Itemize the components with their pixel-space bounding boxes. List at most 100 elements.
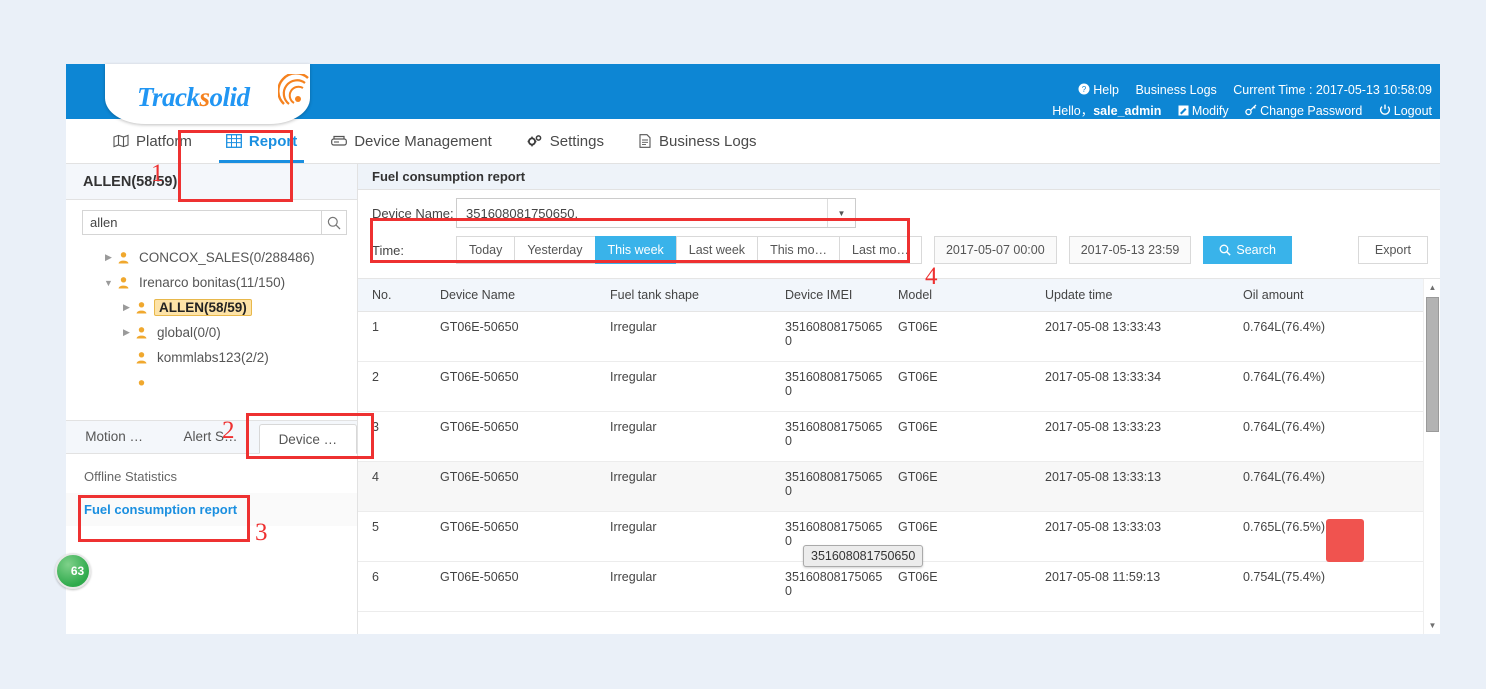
nav-item-report[interactable]: Report [209,119,314,163]
table-row[interactable]: 4 GT06E-50650 Irregular 351608081750650 … [358,461,1423,512]
nav-item-settings[interactable]: Settings [509,119,621,163]
nav-item-platform[interactable]: Platform [96,119,209,163]
username-label: sale_admin [1093,104,1162,118]
main-navigation: Platform Report Device Management Settin… [66,119,1440,164]
tree-node-partial[interactable]: ▶ [66,370,357,395]
time-btn-this-week[interactable]: This week [594,236,676,264]
cell-shape: Irregular [596,411,771,462]
hello-label: Hello， [1052,104,1094,118]
table-row[interactable]: 2 GT06E-50650 Irregular 351608081750650 … [358,361,1423,412]
table-row[interactable]: 6 GT06E-50650 Irregular 351608081750650 … [358,561,1423,612]
time-row: Time: Today Yesterday This week Last wee… [372,236,1428,264]
cell-imei: 351608081750650 [771,311,884,362]
cell-model: GT06E [884,311,1031,362]
cell-shape: Irregular [596,311,771,362]
col-update-time: Update time [1031,279,1229,312]
cell-update-time: 2017-05-08 11:59:13 [1031,561,1229,612]
sidebar-tabs: Motion … Alert S… Device … [66,419,357,454]
help-icon: ? [1078,83,1090,95]
app-header: Tracksolid ? Help Business Logs Current T… [66,64,1440,124]
tree-node[interactable]: ▶ global(0/0) [66,320,357,345]
change-password-label: Change Password [1260,104,1363,118]
online-count-badge[interactable]: 63 [55,553,91,589]
nav-label: Device Management [354,132,492,150]
cell-device-name: GT06E-50650 [426,361,596,412]
tree-node-label: kommlabs123(2/2) [157,350,269,365]
scrollbar-thumb[interactable] [1426,297,1439,432]
search-icon [1219,244,1232,256]
tree-node-label: ALLEN(58/59) [154,299,252,316]
tab-alert-settings[interactable]: Alert S… [162,420,258,453]
scroll-up-arrow-icon[interactable]: ▲ [1424,279,1441,296]
time-btn-last-week[interactable]: Last week [675,236,758,264]
content-body: ALLEN(58/59) ▶ CONCOX_SALES(0/288486) ▼ … [55,164,1440,634]
user-icon [136,327,147,339]
logo-s-text: s [199,82,210,112]
col-device-name: Device Name [426,279,596,312]
help-link[interactable]: ? Help [1078,83,1119,97]
user-icon [136,352,147,364]
date-from-input[interactable]: 2017-05-07 00:00 [933,236,1057,264]
tab-motion[interactable]: Motion … [66,420,162,453]
cell-no: 6 [358,561,426,612]
tree-node[interactable]: ▶ CONCOX_SALES(0/288486) [66,245,357,270]
nav-item-device-management[interactable]: Device Management [314,119,509,163]
time-btn-this-month[interactable]: This mo… [757,236,840,264]
time-btn-last-month[interactable]: Last mo… [839,236,922,264]
cell-model: GT06E [884,461,1031,512]
table-header-row: No. Device Name Fuel tank shape Device I… [358,279,1423,312]
list-item-offline-statistics[interactable]: Offline Statistics [66,460,357,493]
col-device-imei: Device IMEI [771,279,884,312]
caret-right-icon[interactable]: ▶ [120,302,133,313]
time-btn-yesterday[interactable]: Yesterday [514,236,595,264]
change-password-link[interactable]: Change Password [1245,104,1362,118]
search-button[interactable] [321,210,347,235]
cell-update-time: 2017-05-08 13:33:34 [1031,361,1229,412]
business-logs-link[interactable]: Business Logs [1135,83,1216,97]
tree-node[interactable]: ▶ kommlabs123(2/2) [66,345,357,370]
col-no: No. [358,279,426,312]
scroll-down-arrow-icon[interactable]: ▼ [1424,617,1441,634]
table-row[interactable]: 1 GT06E-50650 Irregular 351608081750650 … [358,311,1423,362]
logout-label: Logout [1393,104,1432,118]
left-sidebar: ALLEN(58/59) ▶ CONCOX_SALES(0/288486) ▼ … [55,164,358,634]
caret-down-icon[interactable]: ▼ [102,278,115,288]
chevron-down-icon[interactable]: ▼ [827,199,855,227]
logout-link[interactable]: Logout [1379,104,1432,118]
device-name-label: Device Name: [372,205,454,221]
time-btn-today[interactable]: Today [456,236,515,264]
cell-device-name: GT06E-50650 [426,411,596,462]
search-input[interactable] [82,210,321,235]
help-label: Help [1093,83,1119,97]
cell-device-name: GT06E-50650 [426,511,596,562]
search-submit-button[interactable]: Search [1203,236,1292,264]
tab-device[interactable]: Device … [258,423,357,454]
device-name-select[interactable]: 351608081750650, ▼ [456,198,856,228]
nav-label: Settings [549,132,604,150]
tree-node[interactable]: ▼ Irenarco bonitas(11/150) [66,270,357,295]
table-row[interactable]: 3 GT06E-50650 Irregular 351608081750650 … [358,411,1423,462]
application-window: Tracksolid ? Help Business Logs Current T… [55,64,1440,634]
cell-no: 5 [358,511,426,562]
list-item-fuel-consumption-report[interactable]: Fuel consumption report [66,492,357,526]
logo-plate: Tracksolid [105,64,310,124]
tree-node-label: global(0/0) [157,325,221,340]
sidebar-report-list: Offline Statistics Fuel consumption repo… [66,453,357,634]
nav-item-business-logs[interactable]: Business Logs [621,119,774,163]
caret-right-icon[interactable]: ▶ [120,327,133,338]
user-icon [118,277,129,289]
date-to-input[interactable]: 2017-05-13 23:59 [1068,236,1192,264]
pencil-icon [1178,105,1189,116]
cell-shape: Irregular [596,511,771,562]
time-range-buttons: Today Yesterday This week Last week This… [456,236,922,264]
export-button[interactable]: Export [1357,236,1428,264]
svg-text:?: ? [1082,85,1087,94]
tree-node-label: Irenarco bonitas(11/150) [139,275,286,290]
cell-oil-amount: 0.764L(76.4%) [1229,411,1423,462]
table-vertical-scrollbar[interactable]: ▲ ▼ [1423,279,1440,634]
caret-right-icon[interactable]: ▶ [102,252,115,263]
cell-imei: 351608081750650 [771,561,884,612]
cell-oil-amount: 0.764L(76.4%) [1229,311,1423,362]
tree-node-allen[interactable]: ▶ ALLEN(58/59) [66,295,357,320]
modify-link[interactable]: Modify [1178,104,1229,118]
